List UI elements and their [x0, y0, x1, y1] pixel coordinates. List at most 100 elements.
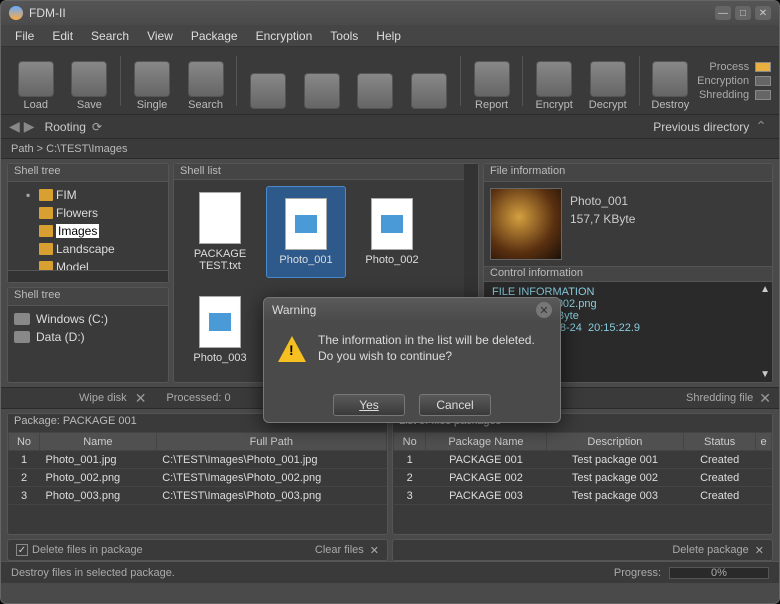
packages-list-table[interactable]: NoPackage NameDescriptionStatuse 1PACKAG…: [393, 432, 772, 505]
app-logo-icon: [9, 6, 23, 20]
menu-package[interactable]: Package: [183, 27, 246, 45]
maximize-button[interactable]: □: [735, 6, 751, 20]
shell-tree[interactable]: ▪FIM Flowers Images Landscape Model: [8, 182, 168, 270]
table-row: 2Photo_002.pngC:\TEST\Images\Photo_002.p…: [9, 469, 387, 487]
menu-edit[interactable]: Edit: [44, 27, 81, 45]
folder-icon: [39, 243, 53, 255]
tree-item-selected[interactable]: Images: [12, 222, 164, 240]
save-button[interactable]: Save: [63, 51, 117, 111]
destroy-icon: [652, 61, 688, 97]
delete-files-label[interactable]: Delete files in package: [32, 544, 143, 556]
table-row: 1Photo_001.jpgC:\TEST\Images\Photo_001.j…: [9, 451, 387, 469]
scroll-up-icon[interactable]: ▲: [760, 284, 770, 295]
delete-files-checkbox[interactable]: ✓: [16, 544, 28, 556]
drive-icon: [14, 331, 30, 343]
encrypt-icon: [536, 61, 572, 97]
file-name: Photo_001: [570, 194, 635, 208]
navbar: ◀ ▶ Rooting ⟳ Previous directory ⌃: [1, 115, 779, 139]
pathbar: Path > C:\TEST\Images: [1, 139, 779, 159]
dialog-message: The information in the list will be dele…: [318, 332, 535, 364]
report-icon: [474, 61, 510, 97]
load-button[interactable]: Load: [9, 51, 63, 111]
image-icon: [285, 198, 327, 250]
rooting-label[interactable]: Rooting: [45, 120, 86, 134]
decrypt-button[interactable]: Decrypt: [581, 51, 635, 111]
shredding-file-icon[interactable]: ✕: [759, 390, 771, 407]
menu-file[interactable]: File: [7, 27, 42, 45]
tool-icon: [250, 73, 286, 109]
shell-tree-head: Shell tree: [8, 164, 168, 182]
scrollbar-horizontal[interactable]: [8, 270, 168, 282]
file-item-selected[interactable]: Photo_001: [266, 186, 346, 278]
menu-tools[interactable]: Tools: [322, 27, 366, 45]
status-flags: Process Encryption Shredding: [697, 61, 771, 101]
menu-view[interactable]: View: [139, 27, 181, 45]
drives-head: Shell tree: [8, 288, 168, 306]
refresh-icon[interactable]: ⟳: [92, 120, 102, 134]
tree-item[interactable]: Flowers: [12, 204, 164, 222]
shell-tree-panel: Shell tree ▪FIM Flowers Images Landscape…: [7, 163, 169, 283]
dialog-titlebar[interactable]: Warning ✕: [264, 298, 560, 322]
file-icon: [199, 192, 241, 244]
clear-files-icon[interactable]: ✕: [370, 544, 379, 557]
status-msg: Destroy files in selected package.: [11, 567, 175, 579]
close-button[interactable]: ✕: [755, 6, 771, 20]
encrypt-button[interactable]: Encrypt: [527, 51, 581, 111]
dialog-yes-button[interactable]: Yes: [333, 394, 405, 416]
minimize-button[interactable]: —: [715, 6, 731, 20]
scroll-down-icon[interactable]: ▼: [760, 369, 770, 380]
drive-item[interactable]: Windows (C:): [14, 310, 162, 328]
wipe-disk-label[interactable]: Wipe disk: [79, 392, 127, 404]
drives-panel: Shell tree Windows (C:) Data (D:): [7, 287, 169, 383]
clear-files-label[interactable]: Clear files: [315, 544, 364, 556]
prev-dir-icon[interactable]: ⌃: [755, 118, 767, 135]
file-item[interactable]: Photo_003: [180, 284, 260, 376]
delete-package-icon[interactable]: ✕: [755, 544, 764, 557]
shredding-indicator: [755, 90, 771, 100]
dialog-close-button[interactable]: ✕: [536, 302, 552, 318]
tool-icon: [411, 73, 447, 109]
menu-encryption[interactable]: Encryption: [248, 27, 321, 45]
tree-item[interactable]: Landscape: [12, 240, 164, 258]
shredding-file-label[interactable]: Shredding file: [686, 392, 753, 404]
dialog-cancel-button[interactable]: Cancel: [419, 394, 491, 416]
tool-button-7[interactable]: [349, 51, 403, 111]
processed-label: Processed: 0: [166, 392, 230, 404]
titlebar[interactable]: FDM-II — □ ✕: [1, 1, 779, 25]
tool-icon: [304, 73, 340, 109]
tree-item[interactable]: Model: [12, 258, 164, 270]
menu-help[interactable]: Help: [368, 27, 409, 45]
file-item[interactable]: Photo_002: [352, 186, 432, 278]
file-item[interactable]: PACKAGE TEST.txt: [180, 186, 260, 278]
prev-dir-label[interactable]: Previous directory: [653, 120, 749, 134]
report-button[interactable]: Report: [465, 51, 519, 111]
tool-button-5[interactable]: [241, 51, 295, 111]
menu-search[interactable]: Search: [83, 27, 137, 45]
folder-icon: [39, 207, 53, 219]
progress-bar: 0%: [669, 567, 769, 579]
shell-list-head: Shell list: [174, 164, 464, 180]
menubar: File Edit Search View Package Encryption…: [1, 25, 779, 47]
table-row: 2PACKAGE 002Test package 002Created: [394, 469, 772, 487]
tree-item[interactable]: ▪FIM: [12, 186, 164, 204]
image-icon: [199, 296, 241, 348]
delete-package-label[interactable]: Delete package: [672, 544, 748, 556]
window-title: FDM-II: [29, 6, 715, 20]
main-window: FDM-II — □ ✕ File Edit Search View Packa…: [0, 0, 780, 604]
nav-back-icon[interactable]: ◀: [9, 118, 20, 135]
package-files-table[interactable]: NoNameFull Path 1Photo_001.jpgC:\TEST\Im…: [8, 432, 387, 505]
wipe-disk-icon[interactable]: ✕: [135, 390, 147, 407]
statusbar: Destroy files in selected package. Progr…: [1, 561, 779, 583]
packages-list-panel: List of files packages NoPackage NameDes…: [392, 413, 773, 535]
nav-forward-icon[interactable]: ▶: [24, 118, 35, 135]
progress-label: Progress:: [614, 567, 661, 579]
destroy-button[interactable]: Destroy: [644, 51, 698, 111]
single-button[interactable]: Single: [125, 51, 179, 111]
search-button[interactable]: Search: [179, 51, 233, 111]
tool-icon: [357, 73, 393, 109]
drive-item[interactable]: Data (D:): [14, 328, 162, 346]
path-text: Path > C:\TEST\Images: [11, 143, 127, 155]
tool-button-8[interactable]: [402, 51, 456, 111]
package-foot: ✓ Delete files in package Clear files ✕: [7, 539, 388, 561]
tool-button-6[interactable]: [295, 51, 349, 111]
